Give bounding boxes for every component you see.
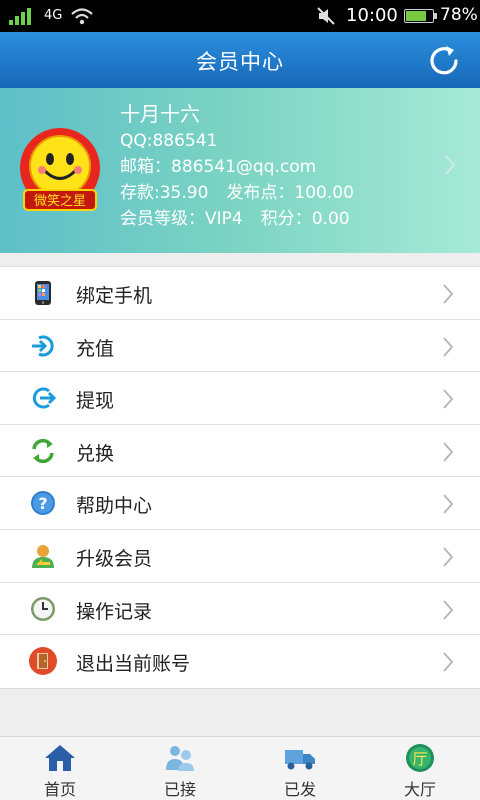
chevron-right-icon xyxy=(442,599,454,625)
tab-home[interactable]: 首页 xyxy=(0,737,120,800)
avatar: 微笑之星 xyxy=(14,126,106,218)
help-icon: ? xyxy=(30,490,56,516)
home-icon xyxy=(44,743,76,773)
mute-icon xyxy=(316,6,338,30)
menu-item-operation-log[interactable]: 操作记录 xyxy=(0,583,480,636)
menu-item-recharge[interactable]: 充值 xyxy=(0,320,480,373)
tab-received[interactable]: 已接 xyxy=(120,737,240,800)
bottom-tab-bar: 首页 已接 已发 厅 大厅 xyxy=(0,736,480,800)
user-publish-points: 发布点：100.00 xyxy=(226,183,354,203)
menu-item-upgrade-member[interactable]: 升级会员 xyxy=(0,530,480,583)
chevron-right-icon xyxy=(442,546,454,572)
hall-icon-text: 厅 xyxy=(412,750,427,768)
menu-item-bind-phone[interactable]: 绑定手机 xyxy=(0,267,480,320)
refresh-button[interactable] xyxy=(426,42,462,78)
refresh-icon xyxy=(430,46,458,75)
chevron-right-icon xyxy=(442,336,454,362)
tab-label: 已发 xyxy=(283,780,316,799)
svg-text:?: ? xyxy=(38,494,47,513)
tab-hall[interactable]: 厅 大厅 xyxy=(360,737,480,800)
upgrade-icon xyxy=(30,543,56,569)
menu-item-exchange[interactable]: 兑换 xyxy=(0,425,480,478)
truck-icon xyxy=(284,743,316,773)
signal-icon xyxy=(8,6,38,30)
logout-icon xyxy=(29,647,57,676)
page-title: 会员中心 xyxy=(196,50,284,74)
tab-sent[interactable]: 已发 xyxy=(240,737,360,800)
recharge-icon xyxy=(30,333,56,359)
status-bar: 4G 10:00 78% xyxy=(0,0,480,32)
chevron-right-icon xyxy=(442,388,454,414)
exchange-icon xyxy=(30,438,56,464)
battery-icon xyxy=(404,9,437,23)
tab-label: 首页 xyxy=(43,780,76,799)
wifi-icon xyxy=(70,6,94,30)
user-deposit: 存款:35.90 xyxy=(120,183,209,203)
user-qq: QQ:886541 xyxy=(120,131,218,151)
user-level: 会员等级：VIP4 xyxy=(120,209,243,229)
avatar-text: 微笑之星 xyxy=(34,193,86,209)
tab-label: 已接 xyxy=(163,780,196,799)
menu-item-withdraw[interactable]: 提现 xyxy=(0,372,480,425)
withdraw-icon xyxy=(30,385,57,411)
menu-label: 升级会员 xyxy=(76,547,153,570)
tab-label: 大厅 xyxy=(403,780,436,799)
clock-icon xyxy=(30,596,56,622)
menu-list: 绑定手机 充值 提现 兑换 ? 帮助中心 升级会员 操作记录 退出当前账号 xyxy=(0,266,480,689)
chevron-right-icon xyxy=(442,493,454,519)
chevron-right-icon xyxy=(444,154,456,180)
phone-icon xyxy=(30,280,56,306)
user-level-row: 会员等级：VIP4 积分：0.00 xyxy=(120,206,354,232)
menu-item-logout[interactable]: 退出当前账号 xyxy=(0,635,480,688)
menu-label: 提现 xyxy=(76,390,115,413)
profile-card[interactable]: 微笑之星 十月十六 QQ:886541 邮箱：886541@qq.com 存款:… xyxy=(0,88,480,253)
menu-label: 兑换 xyxy=(76,442,115,465)
menu-label: 充值 xyxy=(76,337,115,360)
menu-label: 操作记录 xyxy=(76,600,153,623)
hall-icon: 厅 xyxy=(404,743,436,773)
clock-time: 10:00 xyxy=(346,5,398,26)
menu-item-help-center[interactable]: ? 帮助中心 xyxy=(0,477,480,530)
battery-percent: 78% xyxy=(440,5,478,25)
user-email: 邮箱：886541@qq.com xyxy=(120,157,317,177)
menu-label: 帮助中心 xyxy=(76,495,153,518)
menu-label: 绑定手机 xyxy=(76,285,153,307)
network-type: 4G xyxy=(44,8,63,23)
title-bar: 会员中心 xyxy=(0,32,480,88)
chevron-right-icon xyxy=(442,283,454,309)
user-score: 积分：0.00 xyxy=(260,209,350,229)
user-balance-row: 存款:35.90 发布点：100.00 xyxy=(120,180,354,206)
menu-label: 退出当前账号 xyxy=(76,653,191,676)
received-icon xyxy=(164,743,196,773)
chevron-right-icon xyxy=(442,441,454,467)
chevron-right-icon xyxy=(442,651,454,677)
user-name: 十月十六 xyxy=(120,102,200,126)
